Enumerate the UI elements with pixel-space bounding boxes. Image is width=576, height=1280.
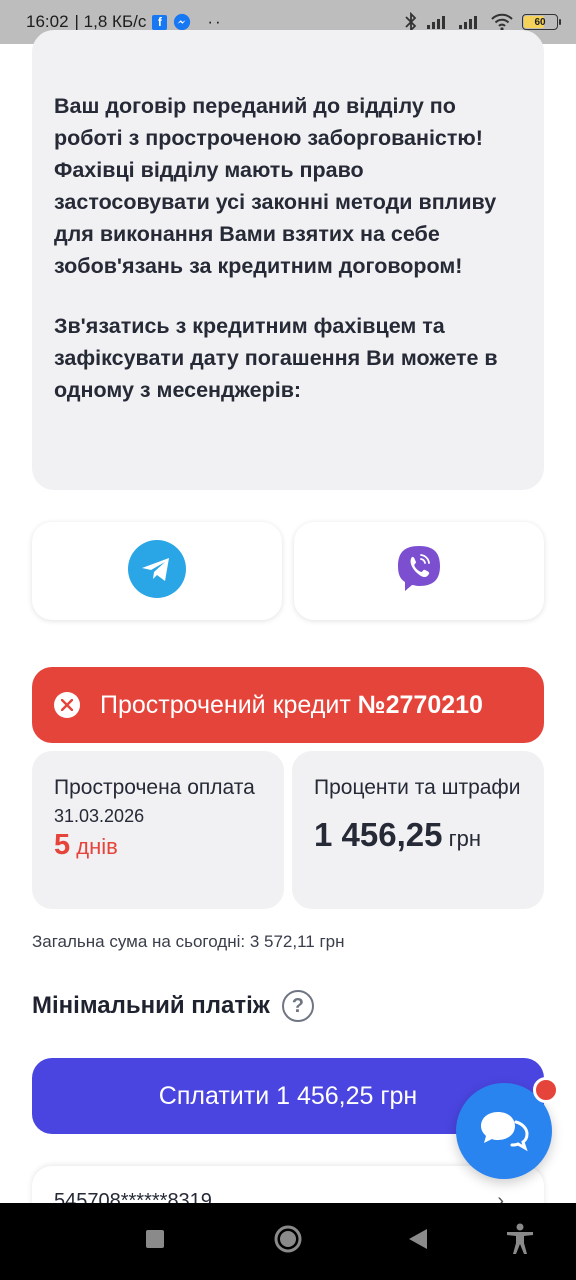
overdue-payment-date: 31.03.2026 (54, 806, 145, 826)
penalty-currency: грн (448, 826, 482, 851)
total-amount-today: Загальна сума на сьогодні: 3 572,11 грн (32, 932, 345, 951)
overdue-days-value: 5 (54, 829, 71, 861)
facebook-icon: f (152, 14, 168, 30)
help-icon[interactable]: ? (281, 990, 314, 1022)
chat-icon (478, 1106, 530, 1157)
overdue-credit-banner: Прострочений кредит №2770210 (32, 667, 544, 743)
overdue-days: 5 днів (54, 829, 262, 862)
home-circle-icon (273, 1224, 303, 1259)
debt-info-card: Ваш договір переданий до відділу по робо… (32, 30, 544, 490)
bluetooth-icon (404, 12, 418, 32)
min-payment-heading: Мінімальний платіж ? (32, 990, 314, 1022)
recent-apps-button[interactable] (125, 1203, 185, 1280)
signal-icon-1 (426, 14, 450, 30)
penalty-amount-value: 1 456,25 (314, 816, 443, 853)
telegram-button[interactable] (32, 522, 282, 620)
overdue-payment-label: Прострочена оплата (54, 776, 255, 799)
messenger-icon (173, 13, 191, 31)
wifi-icon (490, 13, 514, 31)
penalty-card: Проценти та штрафи 1 456,25 грн (292, 751, 544, 909)
penalty-label: Проценти та штрафи (314, 776, 521, 799)
overdue-credit-label: Прострочений кредит (100, 690, 358, 719)
battery-level: 60 (534, 16, 546, 28)
error-icon (54, 692, 80, 718)
status-network-speed: | 1,8 КБ/с (74, 12, 147, 31)
unread-badge (533, 1077, 559, 1103)
telegram-icon (128, 539, 186, 603)
signal-icon-2 (458, 14, 482, 30)
overdue-credit-title: Прострочений кредит №2770210 (100, 691, 483, 720)
status-time: 16:02 (26, 12, 69, 31)
accessibility-icon (505, 1223, 535, 1260)
debt-info-text: Ваш договір переданий до відділу по робо… (54, 94, 497, 278)
contact-info-text: Зв'язатись з кредитним фахівцем та зафік… (54, 314, 498, 402)
viber-icon (395, 544, 443, 599)
more-notifications-icon: ·· (207, 12, 223, 31)
battery-icon: 60 (522, 14, 561, 30)
viber-button[interactable] (294, 522, 544, 620)
accessibility-button[interactable] (490, 1203, 550, 1280)
overdue-days-unit: днів (76, 834, 118, 859)
min-payment-title: Мінімальний платіж (32, 992, 270, 1019)
penalty-amount: 1 456,25 грн (314, 816, 522, 854)
square-icon (145, 1229, 165, 1254)
overdue-payment-card: Прострочена оплата 31.03.2026 5 днів (32, 751, 284, 909)
home-button[interactable] (258, 1203, 318, 1280)
back-button[interactable] (388, 1203, 448, 1280)
back-triangle-icon (407, 1227, 429, 1256)
credit-number: №2770210 (357, 690, 483, 719)
system-navigation-bar (0, 1203, 576, 1280)
